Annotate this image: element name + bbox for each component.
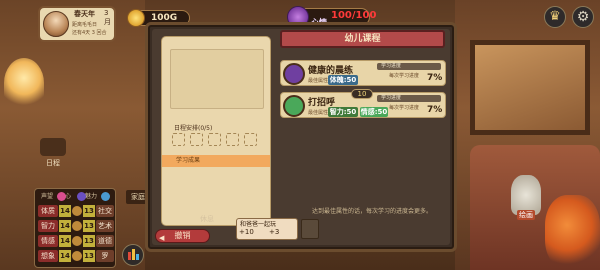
best-attribute-badge: 体魄:50 [328,75,358,85]
best-attribute-label: 最佳属性 [308,110,329,116]
play-title: 和爸爸一起玩 [240,221,277,228]
stat-row: 想象 14 13 罗 [38,250,114,262]
gear-icon: ⚙ [576,9,590,25]
cancel-button[interactable]: ◀ 撤销 [155,229,210,243]
stat-row: 情感 14 13 道德 [38,235,114,247]
paint-label: 绘画 [517,210,535,220]
stat-value: 13 [83,220,95,232]
best-attribute-badge: 智力:50 [328,107,358,117]
stats-header-charm: 魅力 [85,193,98,200]
progress-per-study-value: 7% [427,73,443,83]
stat-row: 体质 14 13 社交 [38,205,114,217]
misc-icon [72,251,82,261]
progress-per-study-label: 每次学习进度 [389,73,420,79]
play-with-dad-card[interactable]: 和爸爸一起玩 +10 +3 [236,218,298,240]
stat-name: 想象 [38,250,58,262]
calendar-icon [40,138,66,156]
stat-value: 14 [59,235,71,247]
course-item-greeting[interactable]: 打招呼 10 最佳属性 智力:50 情感:50 学习进度 每次学习进度 7% [280,89,446,118]
greeting-icon [283,95,305,117]
stats-header: 声望 心 魅力 [39,191,113,203]
progress-bar: 学习进度 [377,63,441,70]
settings-button[interactable]: ⚙ [572,6,594,28]
avatar [43,11,69,37]
schedule-label: 日程 [46,159,60,167]
art-icon [72,221,82,231]
bar-chart-icon [128,252,131,260]
progress-per-study-label: 每次学习进度 [389,105,420,111]
stat-value: 13 [83,235,95,247]
stat-name: 艺术 [96,220,114,232]
schedule-slot[interactable] [172,133,185,146]
back-arrow-icon: ◀ [159,234,165,242]
rest-label: 休息 [200,215,214,223]
learning-results-tab[interactable]: 学习成果 [162,155,270,167]
stat-value: 13 [83,205,95,217]
stat-name: 道德 [96,235,114,247]
month-label: 3月 [104,9,111,26]
lamp-glow [4,58,44,108]
stats-chart-button[interactable] [122,244,144,266]
character-info-card[interactable]: 春天年 3月 距离毛毛日 还有4天 3 回合 [38,6,116,42]
best-attribute-badge: 情感:50 [360,107,388,117]
stat-value: 14 [59,250,71,262]
schedule-title: 日程安排(0/5) [174,125,213,132]
morality-icon [72,236,82,246]
course-item-morning-exercise[interactable]: 健康的晨练 最佳属性 体魄:50 学习进度 每次学习进度 7% [280,60,446,86]
stat-value: 14 [59,205,71,217]
trophy-icon: ♛ [549,9,561,24]
stat-name: 智力 [38,220,58,232]
event-countdown-label: 距离毛毛日 [72,22,98,28]
schedule-slot[interactable] [226,133,239,146]
exercise-icon [283,63,305,85]
progress-label: 学习进度 [381,95,402,101]
progress-label: 学习进度 [381,63,402,69]
child-portrait-area [170,49,264,109]
stats-header-reputation: 声望 [41,193,54,200]
best-attribute-label: 最佳属性 [308,78,329,84]
heart-icon [57,192,66,201]
schedule-slot[interactable] [244,133,257,146]
room-window [470,40,590,135]
cancel-label: 撤销 [174,231,191,240]
charm-icon [77,192,86,201]
stat-name: 罗 [96,250,114,262]
coin-icon [127,9,145,27]
paint-button[interactable] [511,175,541,215]
schedule-button[interactable]: 日程 [40,138,70,168]
child-preview-card: 日程安排(0/5) 学习成果 [161,36,271,226]
level-badge: 10 [351,89,373,99]
dialog-title: 幼儿课程 [280,30,445,48]
stat-name: 情感 [38,235,58,247]
stat-name: 社交 [96,205,114,217]
mood-value: 100/100 [331,10,377,21]
charm-icon-2 [101,192,110,201]
stat-value: 14 [59,220,71,232]
schedule-slot[interactable] [208,133,221,146]
flowers [545,195,600,270]
play-bonus-a: +10 [239,228,254,236]
social-icon [72,206,82,216]
bar-chart-icon-bar [132,249,135,260]
stat-row: 智力 14 13 艺术 [38,220,114,232]
event-countdown-value: 还有4天 3 回合 [72,30,107,36]
stat-name: 体质 [38,205,58,217]
trophy-button[interactable]: ♛ [544,6,566,28]
schedule-slot[interactable] [190,133,203,146]
progress-per-study-value: 7% [427,105,443,115]
stat-value: 13 [83,250,95,262]
season-label: 春天年 [74,10,95,18]
stats-panel: 声望 心 魅力 体质 14 13 社交 智力 14 13 艺术 情感 14 13… [34,188,116,268]
play-bonus-b: +3 [269,228,280,236]
dad-avatar [301,219,319,239]
progress-bar: 学习进度 [377,95,441,102]
hint-text: 达到最佳属性的话，每次学习的进度会更多。 [312,208,433,215]
bar-chart-icon-bar [136,254,139,260]
